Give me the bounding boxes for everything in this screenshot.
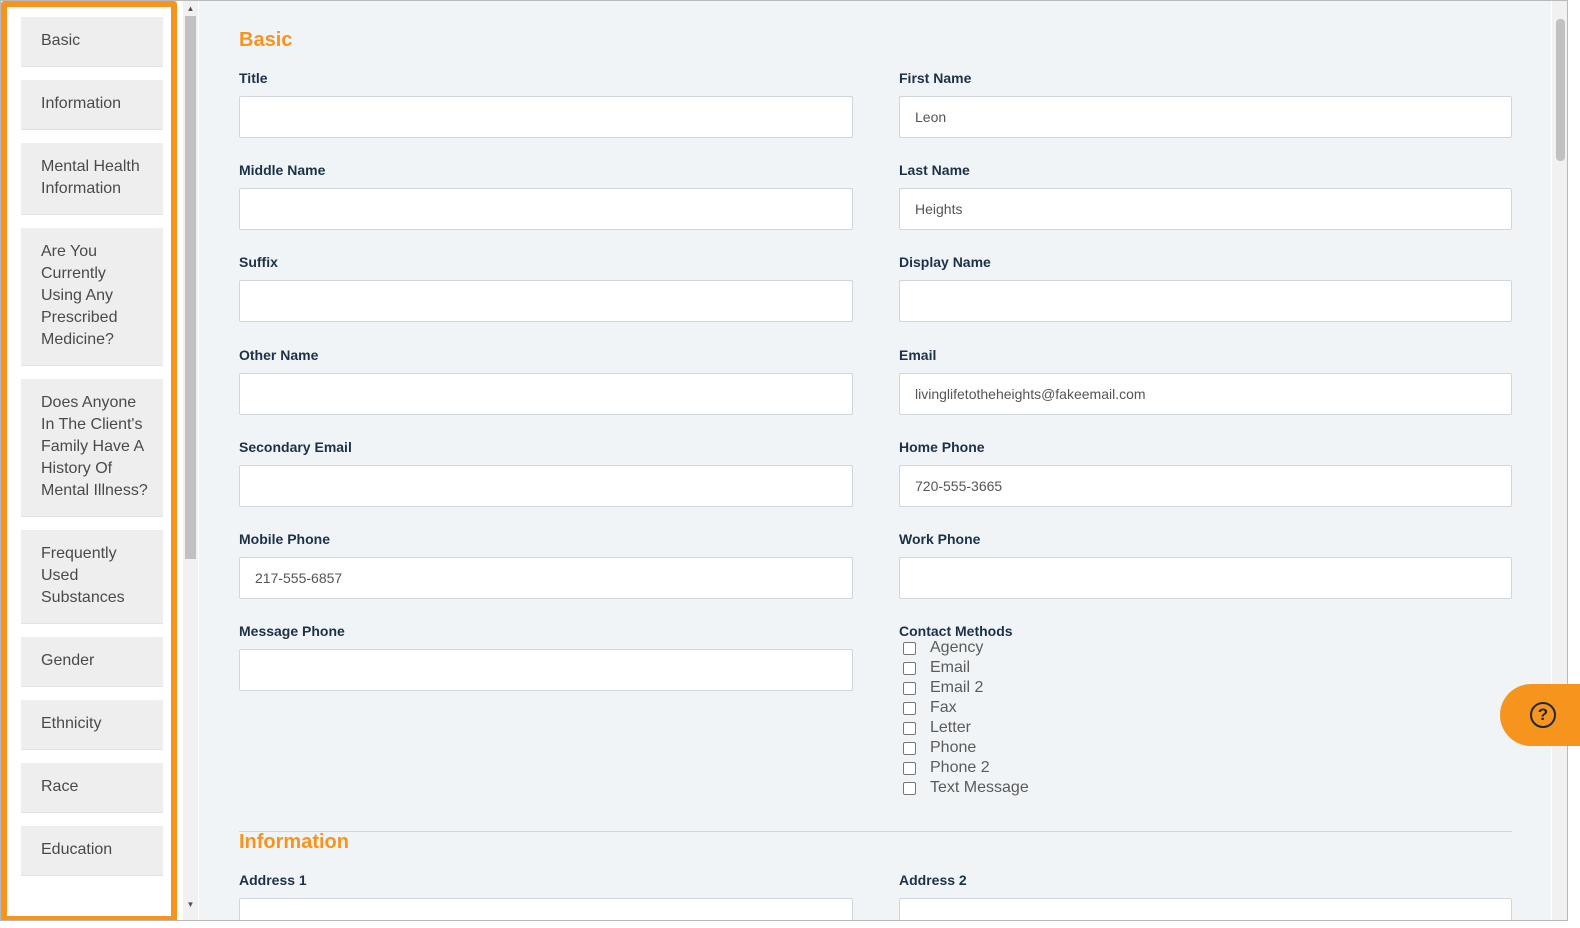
email-2-option-label: Email 2 xyxy=(930,679,984,696)
agency-option-label: Agency xyxy=(930,639,984,656)
other-name-label: Other Name xyxy=(239,347,319,363)
middle-name-label: Middle Name xyxy=(239,162,326,178)
letter-option-label: Letter xyxy=(930,719,971,736)
email-label: Email xyxy=(899,347,937,363)
contact-method-letter[interactable]: Letter xyxy=(903,718,1029,738)
work-phone-input[interactable] xyxy=(899,557,1512,599)
phone-option-label: Phone xyxy=(930,739,977,756)
form-content: Basic Title First Name Leon Middle Name … xyxy=(199,1,1551,920)
address-1-input[interactable] xyxy=(239,898,853,920)
sidebar-scroll-thumb[interactable] xyxy=(185,16,196,559)
message-phone-label: Message Phone xyxy=(239,623,345,639)
fax-option-label: Fax xyxy=(930,699,957,716)
contact-method-email[interactable]: Email xyxy=(903,658,1029,678)
section-title-basic: Basic xyxy=(239,29,293,51)
message-phone-input[interactable] xyxy=(239,649,853,691)
letter-checkbox[interactable] xyxy=(903,721,916,735)
work-phone-label: Work Phone xyxy=(899,531,981,547)
sidebar-item-gender[interactable]: Gender xyxy=(21,637,163,686)
secondary-email-input[interactable] xyxy=(239,465,853,507)
first-name-label: First Name xyxy=(899,70,972,86)
section-nav-list: Basic Information Mental Health Informat… xyxy=(21,17,163,889)
middle-name-input[interactable] xyxy=(239,188,853,230)
sidebar-item-ethnicity[interactable]: Ethnicity xyxy=(21,700,163,749)
contact-method-agency[interactable]: Agency xyxy=(903,638,1029,658)
suffix-label: Suffix xyxy=(239,254,278,270)
agency-checkbox[interactable] xyxy=(903,641,916,655)
phone-checkbox[interactable] xyxy=(903,741,916,755)
suffix-input[interactable] xyxy=(239,280,853,322)
content-scrollbar[interactable] xyxy=(1552,1,1567,920)
title-label: Title xyxy=(239,70,268,86)
mobile-phone-label: Mobile Phone xyxy=(239,531,330,547)
content-scroll-thumb[interactable] xyxy=(1556,19,1565,161)
email-option-label: Email xyxy=(930,659,971,676)
last-name-input[interactable]: Heights xyxy=(899,188,1512,230)
arrow-down-icon[interactable]: ▼ xyxy=(183,897,198,912)
sidebar-item-information[interactable]: Information xyxy=(21,80,163,129)
email-input[interactable]: livinglifetotheheights@fakeemail.com xyxy=(899,373,1512,415)
email-2-checkbox[interactable] xyxy=(903,681,916,695)
phone-2-option-label: Phone 2 xyxy=(930,759,990,776)
sidebar-item-family-mental-illness[interactable]: Does Anyone In The Client's Family Have … xyxy=(21,379,163,516)
contact-method-text-message[interactable]: Text Message xyxy=(903,778,1029,798)
question-circle-icon: ? xyxy=(1530,702,1556,728)
address-2-input[interactable] xyxy=(899,898,1512,920)
text-message-checkbox[interactable] xyxy=(903,781,916,795)
arrow-up-icon[interactable]: ▲ xyxy=(183,1,198,16)
sidebar-item-basic[interactable]: Basic xyxy=(21,17,163,66)
sidebar-item-frequently-used-substances[interactable]: Frequently Used Substances xyxy=(21,530,163,623)
fax-checkbox[interactable] xyxy=(903,701,916,715)
other-name-input[interactable] xyxy=(239,373,853,415)
text-message-option-label: Text Message xyxy=(930,779,1029,796)
contact-method-fax[interactable]: Fax xyxy=(903,698,1029,718)
home-phone-input[interactable]: 720-555-3665 xyxy=(899,465,1512,507)
first-name-input[interactable]: Leon xyxy=(899,96,1512,138)
app-window: Basic Information Mental Health Informat… xyxy=(0,0,1568,921)
contact-method-email-2[interactable]: Email 2 xyxy=(903,678,1029,698)
sidebar-item-mental-health-information[interactable]: Mental Health Information xyxy=(21,143,163,214)
help-button[interactable]: ? xyxy=(1500,684,1580,746)
contact-method-phone[interactable]: Phone xyxy=(903,738,1029,758)
address-1-label: Address 1 xyxy=(239,872,307,888)
section-divider xyxy=(239,831,1512,832)
contact-methods-label: Contact Methods xyxy=(899,623,1013,639)
title-input[interactable] xyxy=(239,96,853,138)
display-name-label: Display Name xyxy=(899,254,991,270)
sidebar-scrollbar[interactable]: ▲ ▼ xyxy=(183,1,198,920)
last-name-label: Last Name xyxy=(899,162,970,178)
phone-2-checkbox[interactable] xyxy=(903,761,916,775)
email-checkbox[interactable] xyxy=(903,661,916,675)
display-name-input[interactable] xyxy=(899,280,1512,322)
mobile-phone-input[interactable]: 217-555-6857 xyxy=(239,557,853,599)
sidebar-item-race[interactable]: Race xyxy=(21,763,163,812)
secondary-email-label: Secondary Email xyxy=(239,439,352,455)
home-phone-label: Home Phone xyxy=(899,439,985,455)
sidebar-item-prescribed-medicine[interactable]: Are You Currently Using Any Prescribed M… xyxy=(21,228,163,365)
sidebar-item-education[interactable]: Education xyxy=(21,826,163,875)
section-title-information: Information xyxy=(239,831,349,853)
contact-methods-list: Agency Email Email 2 Fax Letter Phone Ph… xyxy=(903,638,1029,798)
address-2-label: Address 2 xyxy=(899,872,967,888)
contact-method-phone-2[interactable]: Phone 2 xyxy=(903,758,1029,778)
section-nav-sidebar: Basic Information Mental Health Informat… xyxy=(1,1,177,920)
